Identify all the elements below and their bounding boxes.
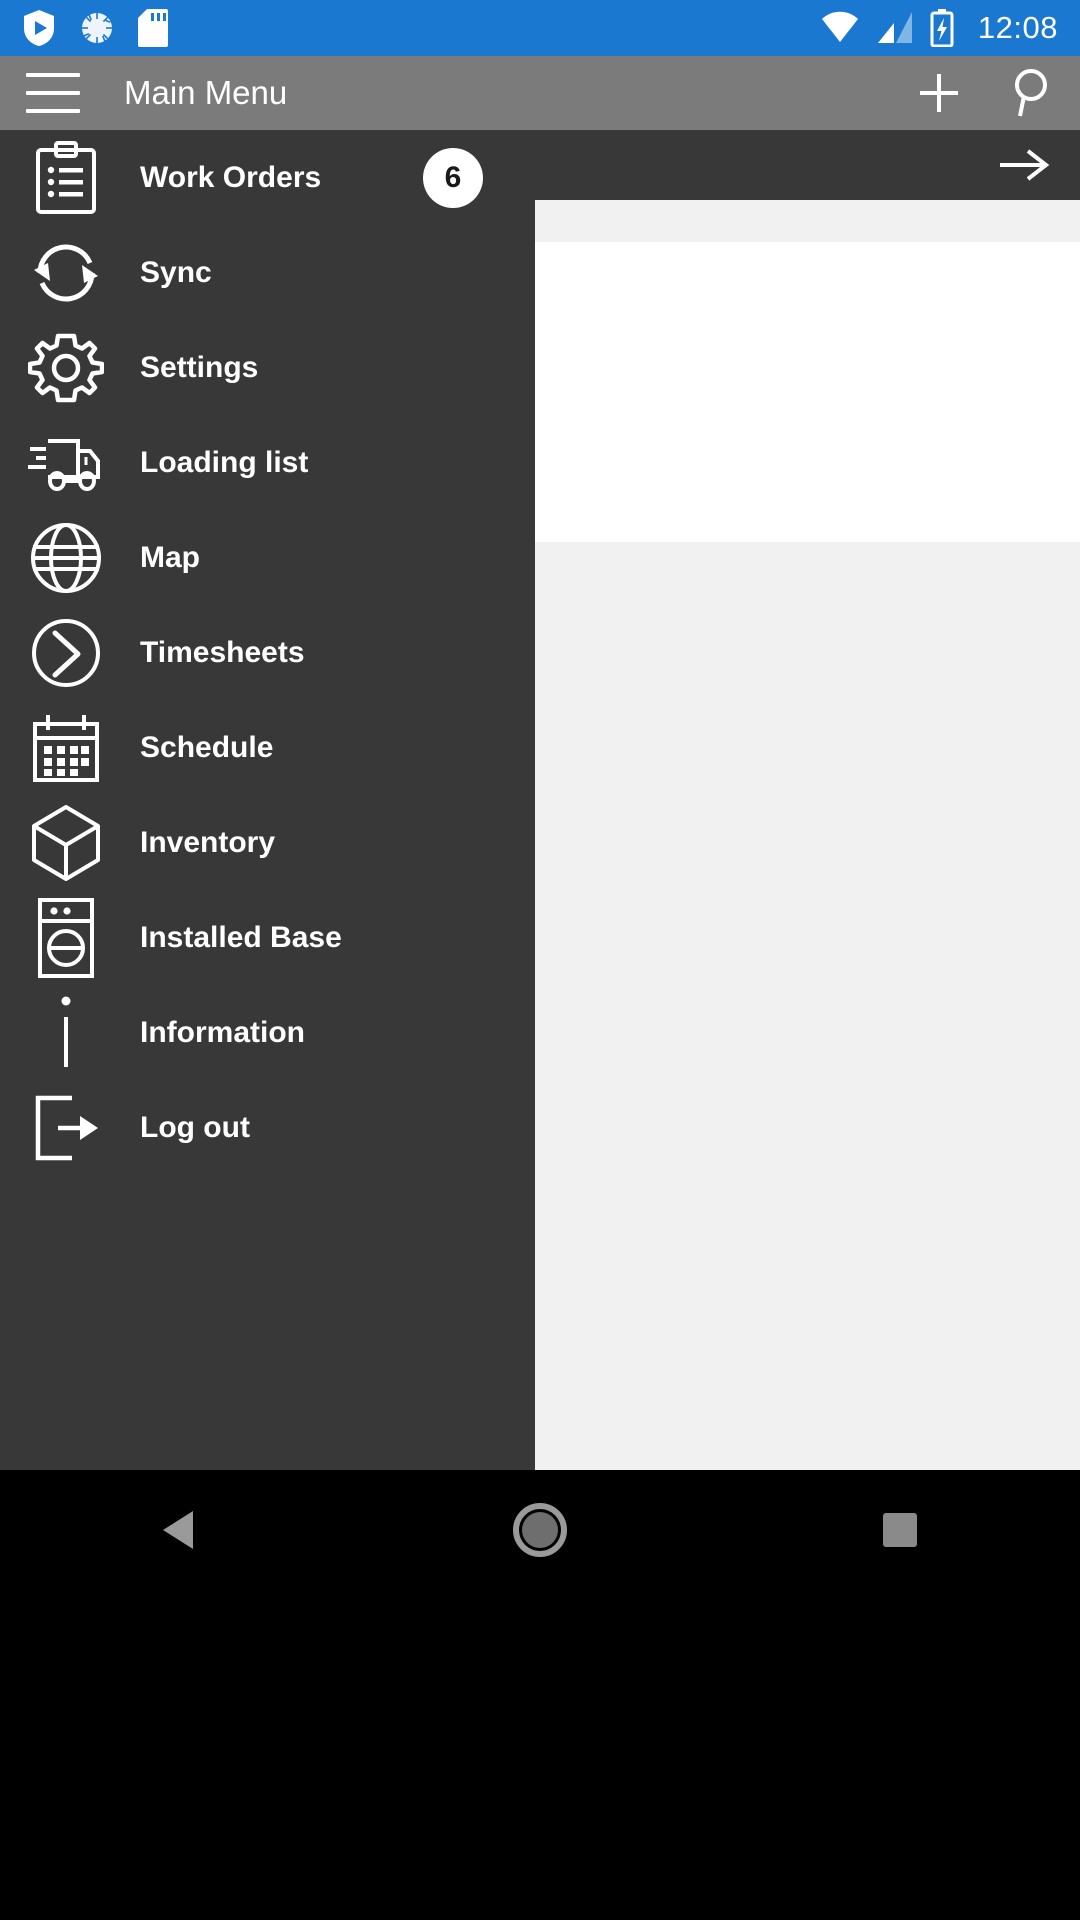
drawer-item-map[interactable]: Map xyxy=(0,510,535,605)
navigation-drawer: Work Orders 6 Sync Settings Loading list… xyxy=(0,130,535,1470)
sync-progress-icon xyxy=(78,9,116,47)
work-orders-badge: 6 xyxy=(423,147,483,208)
status-bar-clock: 12:08 xyxy=(977,10,1058,45)
sync-arrows-icon xyxy=(26,233,106,313)
drawer-item-schedule[interactable]: Schedule xyxy=(0,700,535,795)
drawer-label: Work Orders xyxy=(140,160,322,194)
arrow-right-icon[interactable] xyxy=(996,145,1052,185)
drawer-item-settings[interactable]: Settings xyxy=(0,320,535,415)
drawer-label: Schedule xyxy=(140,730,274,764)
back-triangle-icon[interactable] xyxy=(120,1498,240,1562)
drawer-item-information[interactable]: Information xyxy=(0,985,535,1080)
app-bar-actions xyxy=(916,67,1054,119)
page-title: Main Menu xyxy=(124,74,288,111)
status-bar: 12:08 xyxy=(0,0,1080,56)
recents-square-icon[interactable] xyxy=(840,1498,960,1562)
cube-icon xyxy=(26,803,106,883)
drawer-label: Log out xyxy=(140,1110,250,1144)
wifi-icon xyxy=(820,11,860,45)
drawer-item-log-out[interactable]: Log out xyxy=(0,1080,535,1175)
search-icon[interactable] xyxy=(1008,67,1054,119)
globe-icon xyxy=(26,518,106,598)
calendar-icon xyxy=(26,708,106,788)
drawer-label: Information xyxy=(140,1015,305,1049)
drawer-label: Settings xyxy=(140,350,259,384)
status-bar-left-icons xyxy=(22,8,168,48)
gear-icon xyxy=(26,328,106,408)
system-navigation-bar xyxy=(0,1470,1080,1920)
clock-icon xyxy=(26,613,106,693)
delivery-truck-icon xyxy=(26,423,106,503)
add-icon[interactable] xyxy=(916,70,962,116)
shield-play-icon xyxy=(22,8,56,48)
info-icon xyxy=(26,993,106,1073)
appliance-icon xyxy=(26,897,106,978)
drawer-label: Inventory xyxy=(140,825,276,859)
battery-charging-icon xyxy=(930,9,954,47)
drawer-item-work-orders[interactable]: Work Orders 6 xyxy=(0,130,535,225)
drawer-label: Timesheets xyxy=(140,635,305,669)
drawer-item-inventory[interactable]: Inventory xyxy=(0,795,535,890)
drawer-item-timesheets[interactable]: Timesheets xyxy=(0,605,535,700)
clipboard-checklist-icon xyxy=(26,138,106,218)
drawer-label: Loading list xyxy=(140,445,309,479)
drawer-label: Installed Base xyxy=(140,920,342,954)
home-circle-icon[interactable] xyxy=(480,1498,600,1562)
app-bar: Main Menu xyxy=(0,56,1080,130)
drawer-label: Sync xyxy=(140,255,212,289)
cellular-signal-icon xyxy=(876,11,914,45)
drawer-item-sync[interactable]: Sync xyxy=(0,225,535,320)
sd-card-icon xyxy=(138,8,168,48)
drawer-item-installed-base[interactable]: Installed Base xyxy=(0,890,535,985)
logout-icon xyxy=(26,1088,106,1168)
drawer-label: Map xyxy=(140,540,200,574)
status-bar-right-icons: 12:08 xyxy=(820,9,1058,47)
hamburger-icon[interactable] xyxy=(26,73,80,113)
drawer-item-loading-list[interactable]: Loading list xyxy=(0,415,535,510)
